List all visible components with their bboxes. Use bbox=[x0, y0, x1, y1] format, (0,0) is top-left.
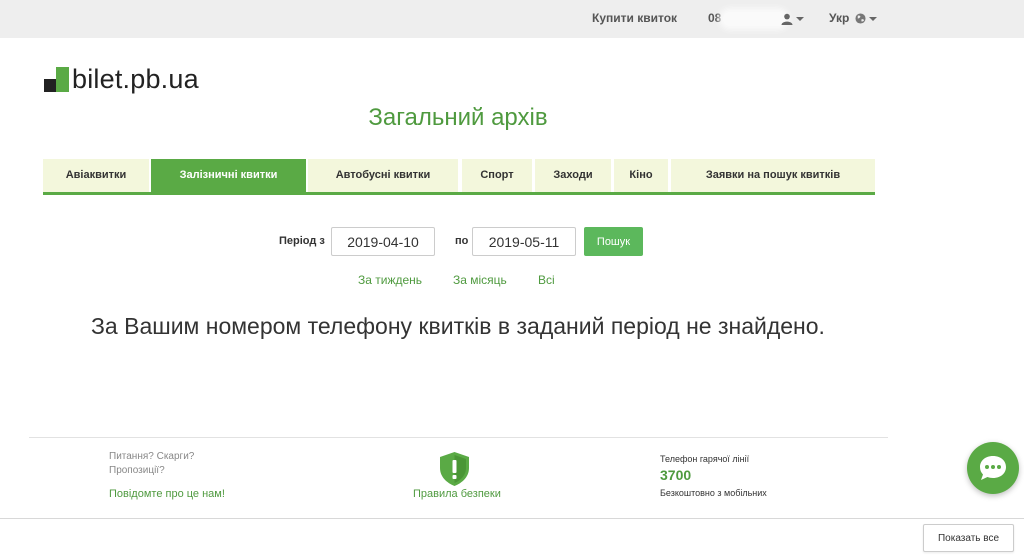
show-all-button[interactable]: Показать все bbox=[923, 524, 1014, 552]
tab-bus[interactable]: Автобусні квитки bbox=[308, 159, 458, 192]
language-menu[interactable]: Укр bbox=[829, 0, 877, 38]
tab-avia[interactable]: Авіаквитки bbox=[43, 159, 149, 192]
user-icon bbox=[781, 13, 793, 25]
search-button[interactable]: Пошук bbox=[584, 227, 643, 256]
report-link[interactable]: Повідомте про це нам! bbox=[109, 488, 225, 500]
tab-ticket-requests[interactable]: Заявки на пошук квитків bbox=[671, 159, 875, 192]
week-link[interactable]: За тиждень bbox=[358, 273, 422, 287]
chat-bubble-icon bbox=[980, 456, 1006, 480]
period-from-label: Період з bbox=[279, 235, 325, 247]
redacted-phone bbox=[723, 11, 786, 26]
tab-cinema[interactable]: Кіно bbox=[614, 159, 668, 192]
category-tabs: Авіаквитки Залізничні квитки Автобусні к… bbox=[43, 159, 875, 195]
chevron-down-icon bbox=[795, 16, 804, 21]
logo-text: bilet.pb.ua bbox=[72, 64, 199, 94]
tab-events[interactable]: Заходи bbox=[535, 159, 611, 192]
date-from-input[interactable] bbox=[331, 227, 435, 256]
page-title: Загальний архів bbox=[368, 104, 548, 131]
globe-icon bbox=[855, 13, 866, 24]
phone-account-menu[interactable]: 08 bbox=[708, 0, 804, 38]
shield-icon bbox=[440, 452, 469, 486]
tab-sport[interactable]: Спорт bbox=[462, 159, 532, 192]
safety-rules-link[interactable]: Правила безпеки bbox=[413, 488, 501, 500]
footer-questions: Питання? Скарги? bbox=[109, 451, 195, 462]
language-label: Укр bbox=[829, 11, 850, 25]
date-to-input[interactable] bbox=[472, 227, 576, 256]
no-tickets-message: За Вашим номером телефону квитків в зада… bbox=[91, 313, 825, 339]
all-link[interactable]: Всі bbox=[538, 273, 555, 287]
hotline-number[interactable]: 3700 bbox=[660, 467, 691, 483]
hotline-note: Безкоштовно з мобільних bbox=[660, 488, 767, 498]
top-bar: Купити квиток 08 Укр bbox=[0, 0, 1024, 38]
month-link[interactable]: За місяць bbox=[453, 273, 507, 287]
chevron-down-icon bbox=[868, 16, 877, 21]
tab-railway[interactable]: Залізничні квитки bbox=[151, 159, 306, 192]
buy-ticket-link[interactable]: Купити квиток bbox=[592, 0, 677, 38]
period-to-label: по bbox=[455, 235, 469, 247]
phone-number: 08 bbox=[708, 11, 722, 25]
privatbank-logo-icon bbox=[44, 67, 69, 92]
hotline-title: Телефон гарячої лінії bbox=[660, 454, 750, 464]
footer-divider bbox=[29, 437, 888, 438]
footer-proposals: Пропозиції? bbox=[109, 465, 165, 476]
bottom-bar bbox=[0, 518, 1024, 559]
chat-button[interactable] bbox=[967, 442, 1019, 494]
